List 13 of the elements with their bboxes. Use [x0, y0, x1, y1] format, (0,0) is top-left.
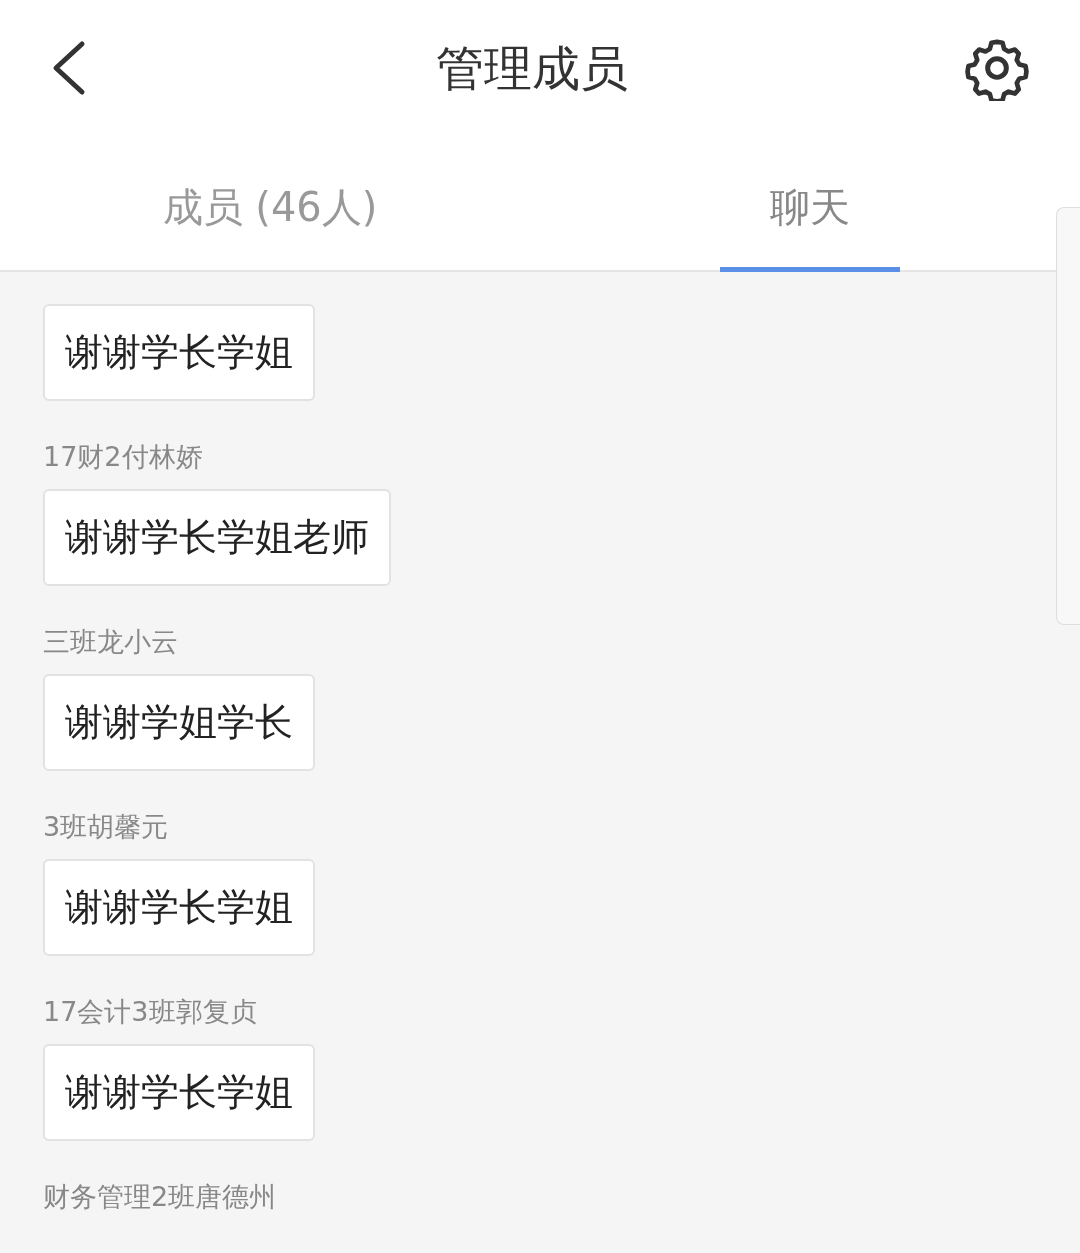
page-title: 管理成员 — [436, 38, 628, 98]
sender-name: 财务管理2班唐德州 — [43, 1181, 277, 1213]
message-bubble: 谢谢学姐学长 — [43, 674, 315, 771]
tab[interactable]: 成员 (46人) — [0, 135, 540, 270]
sender-name: 17会计3班郭复贞 — [43, 996, 257, 1028]
message-bubble: 谢谢学长学姐 — [43, 859, 315, 956]
message-bubble: 谢谢学长学姐老师 — [43, 489, 391, 586]
sender-name: 三班龙小云 — [43, 626, 178, 658]
sender-name: 17财2付林娇 — [43, 441, 203, 473]
tab[interactable]: 聊天 — [630, 135, 990, 270]
message-bubble: 谢谢学长学姐 — [43, 304, 315, 401]
sender-name: 3班胡馨元 — [43, 811, 169, 843]
message-bubble: 谢谢学长学姐 — [43, 1044, 315, 1141]
